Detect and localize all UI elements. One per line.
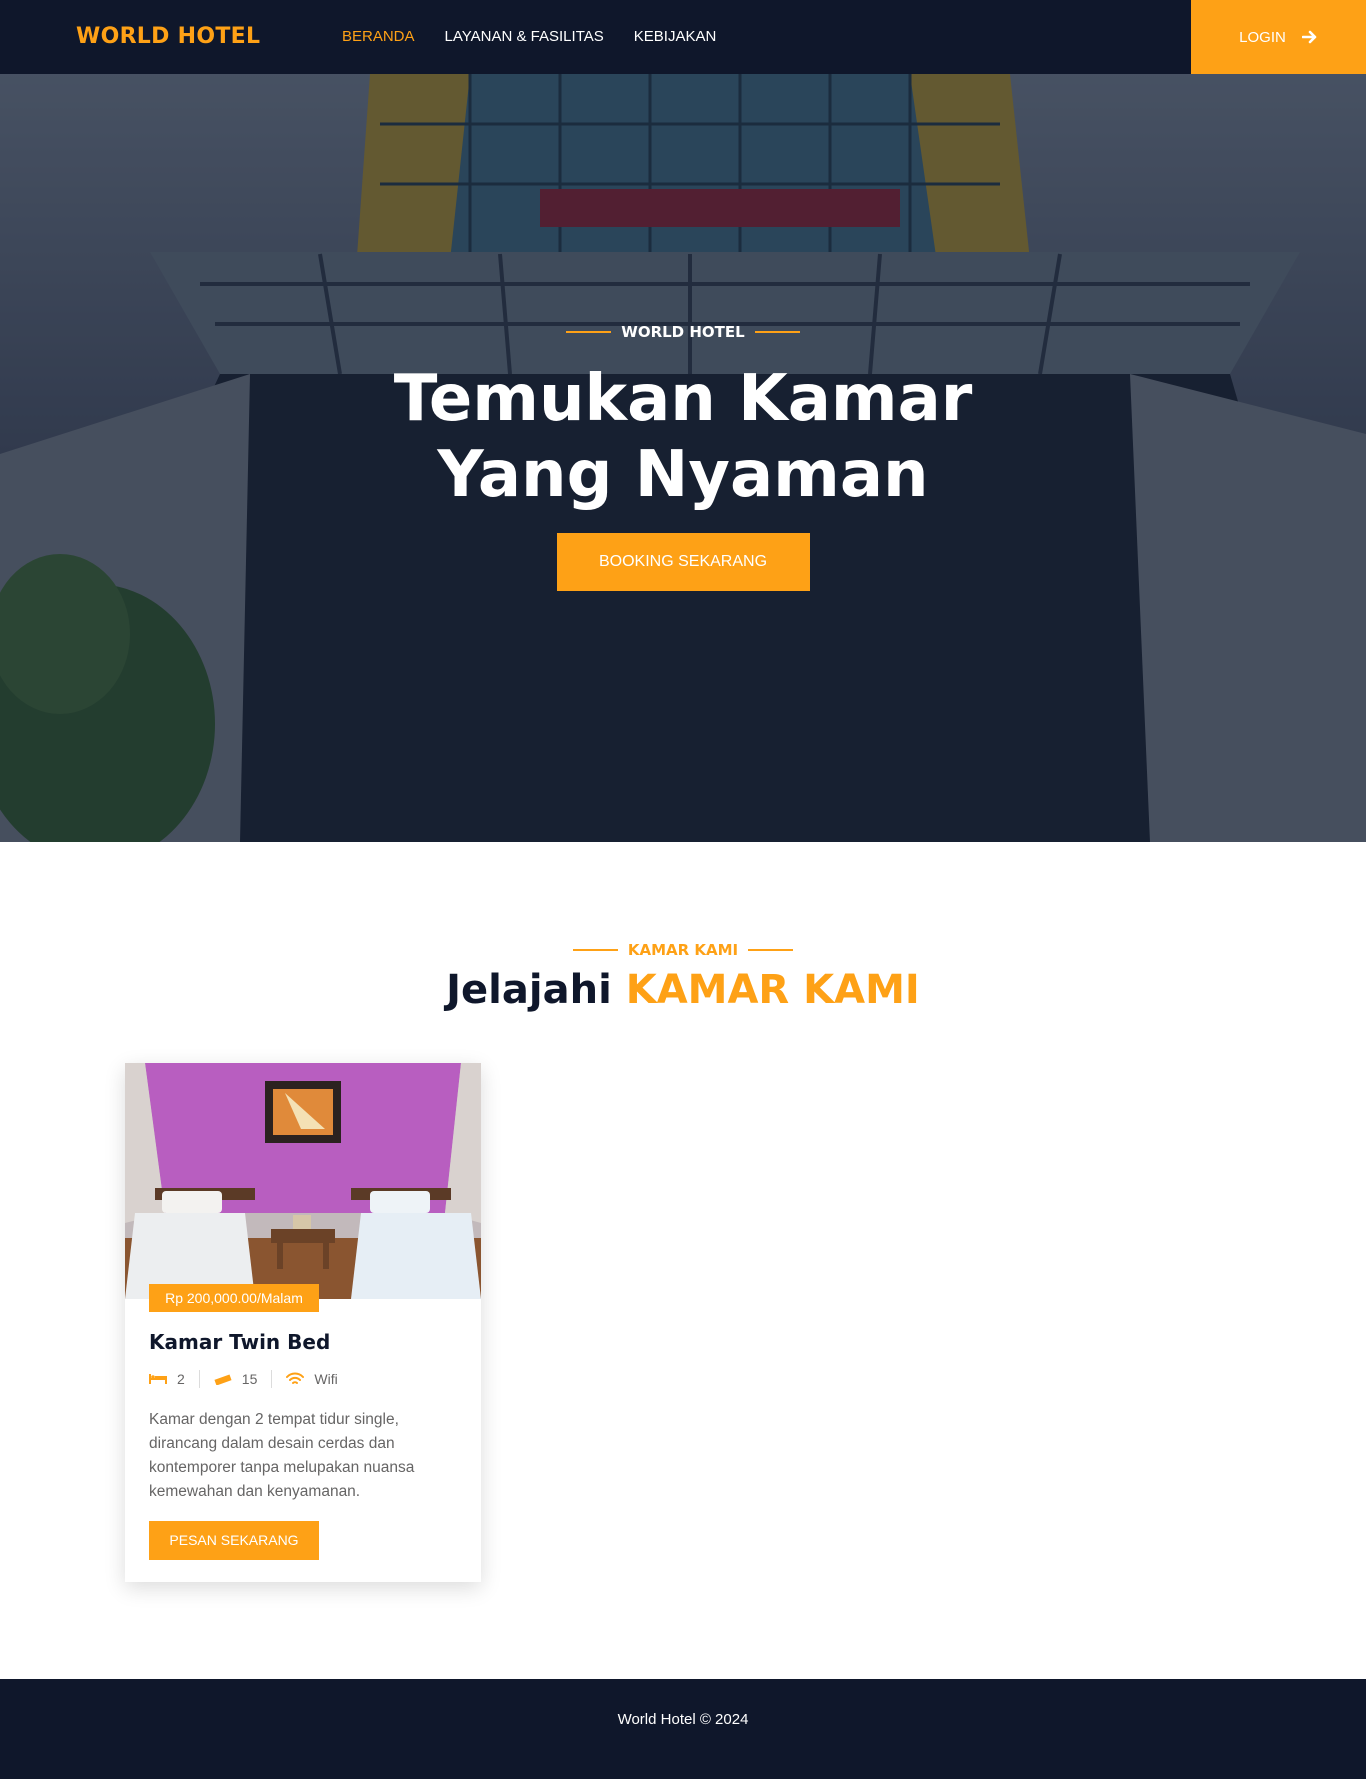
footer-copyright: World Hotel © 2024 [617, 1711, 749, 1728]
hero-section: WORLD HOTEL Temukan Kamar Yang Nyaman BO… [0, 74, 1366, 842]
booking-button[interactable]: BOOKING SEKARANG [556, 533, 810, 591]
room-size-value: 15 [241, 1371, 258, 1387]
room-wifi: Wifi [286, 1371, 338, 1387]
eyebrow-line-left [572, 949, 618, 951]
section-eyebrow-text: KAMAR KAMI [627, 941, 739, 959]
hero-title: Temukan Kamar Yang Nyaman [0, 361, 1366, 513]
room-beds-value: 2 [177, 1371, 185, 1387]
section-eyebrow: KAMAR KAMI [563, 941, 803, 959]
pesan-sekarang-button[interactable]: PESAN SEKARANG [149, 1521, 319, 1560]
room-meta: 2 15 Wifi [149, 1370, 338, 1388]
nav-link-kebijakan[interactable]: KEBIJAKAN [634, 28, 717, 45]
section-title: Jelajahi KAMAR KAMI [0, 967, 1366, 1013]
section-title-prefix: Jelajahi [446, 967, 612, 1013]
meta-divider [198, 1370, 200, 1388]
login-label: LOGIN [1239, 28, 1286, 46]
nav-links: BERANDA LAYANAN & FASILITAS KEBIJAKAN [342, 28, 746, 45]
price-tag: Rp 200,000.00/Malam [149, 1284, 319, 1312]
room-size: 15 [214, 1371, 258, 1387]
navbar: WORLD HOTEL BERANDA LAYANAN & FASILITAS … [0, 0, 1366, 74]
brand-logo[interactable]: WORLD HOTEL [76, 24, 260, 49]
footer: World Hotel © 2024 [0, 1679, 1366, 1779]
hero-eyebrow-text: WORLD HOTEL [621, 323, 745, 341]
eyebrow-line-right [754, 331, 800, 333]
section-title-accent: KAMAR KAMI [625, 967, 920, 1013]
arrow-right-icon [1301, 30, 1318, 44]
hero-title-line2: Yang Nyaman [437, 438, 929, 512]
room-card: Rp 200,000.00/Malam Kamar Twin Bed 2 15 … [125, 1063, 481, 1582]
twin-bed-room-photo [125, 1063, 481, 1299]
hero-content: WORLD HOTEL Temukan Kamar Yang Nyaman BO… [0, 320, 1366, 591]
eyebrow-line-right [748, 949, 794, 951]
room-description: Kamar dengan 2 tempat tidur single, dira… [149, 1411, 415, 1500]
meta-divider [271, 1370, 273, 1388]
bed-icon [149, 1374, 167, 1384]
login-button[interactable]: LOGIN [1191, 0, 1366, 74]
room-name: Kamar Twin Bed [149, 1330, 331, 1354]
hero-title-line1: Temukan Kamar [393, 362, 973, 436]
room-beds: 2 [149, 1371, 185, 1387]
wifi-icon [286, 1372, 305, 1384]
ruler-icon [214, 1374, 232, 1385]
eyebrow-line-left [566, 331, 612, 333]
nav-link-beranda[interactable]: BERANDA [342, 28, 415, 45]
hero-eyebrow: WORLD HOTEL [556, 323, 809, 341]
nav-link-layanan-fasilitas[interactable]: LAYANAN & FASILITAS [445, 28, 604, 45]
rooms-section-header: KAMAR KAMI Jelajahi KAMAR KAMI [0, 938, 1366, 1013]
room-wifi-label: Wifi [314, 1371, 338, 1387]
